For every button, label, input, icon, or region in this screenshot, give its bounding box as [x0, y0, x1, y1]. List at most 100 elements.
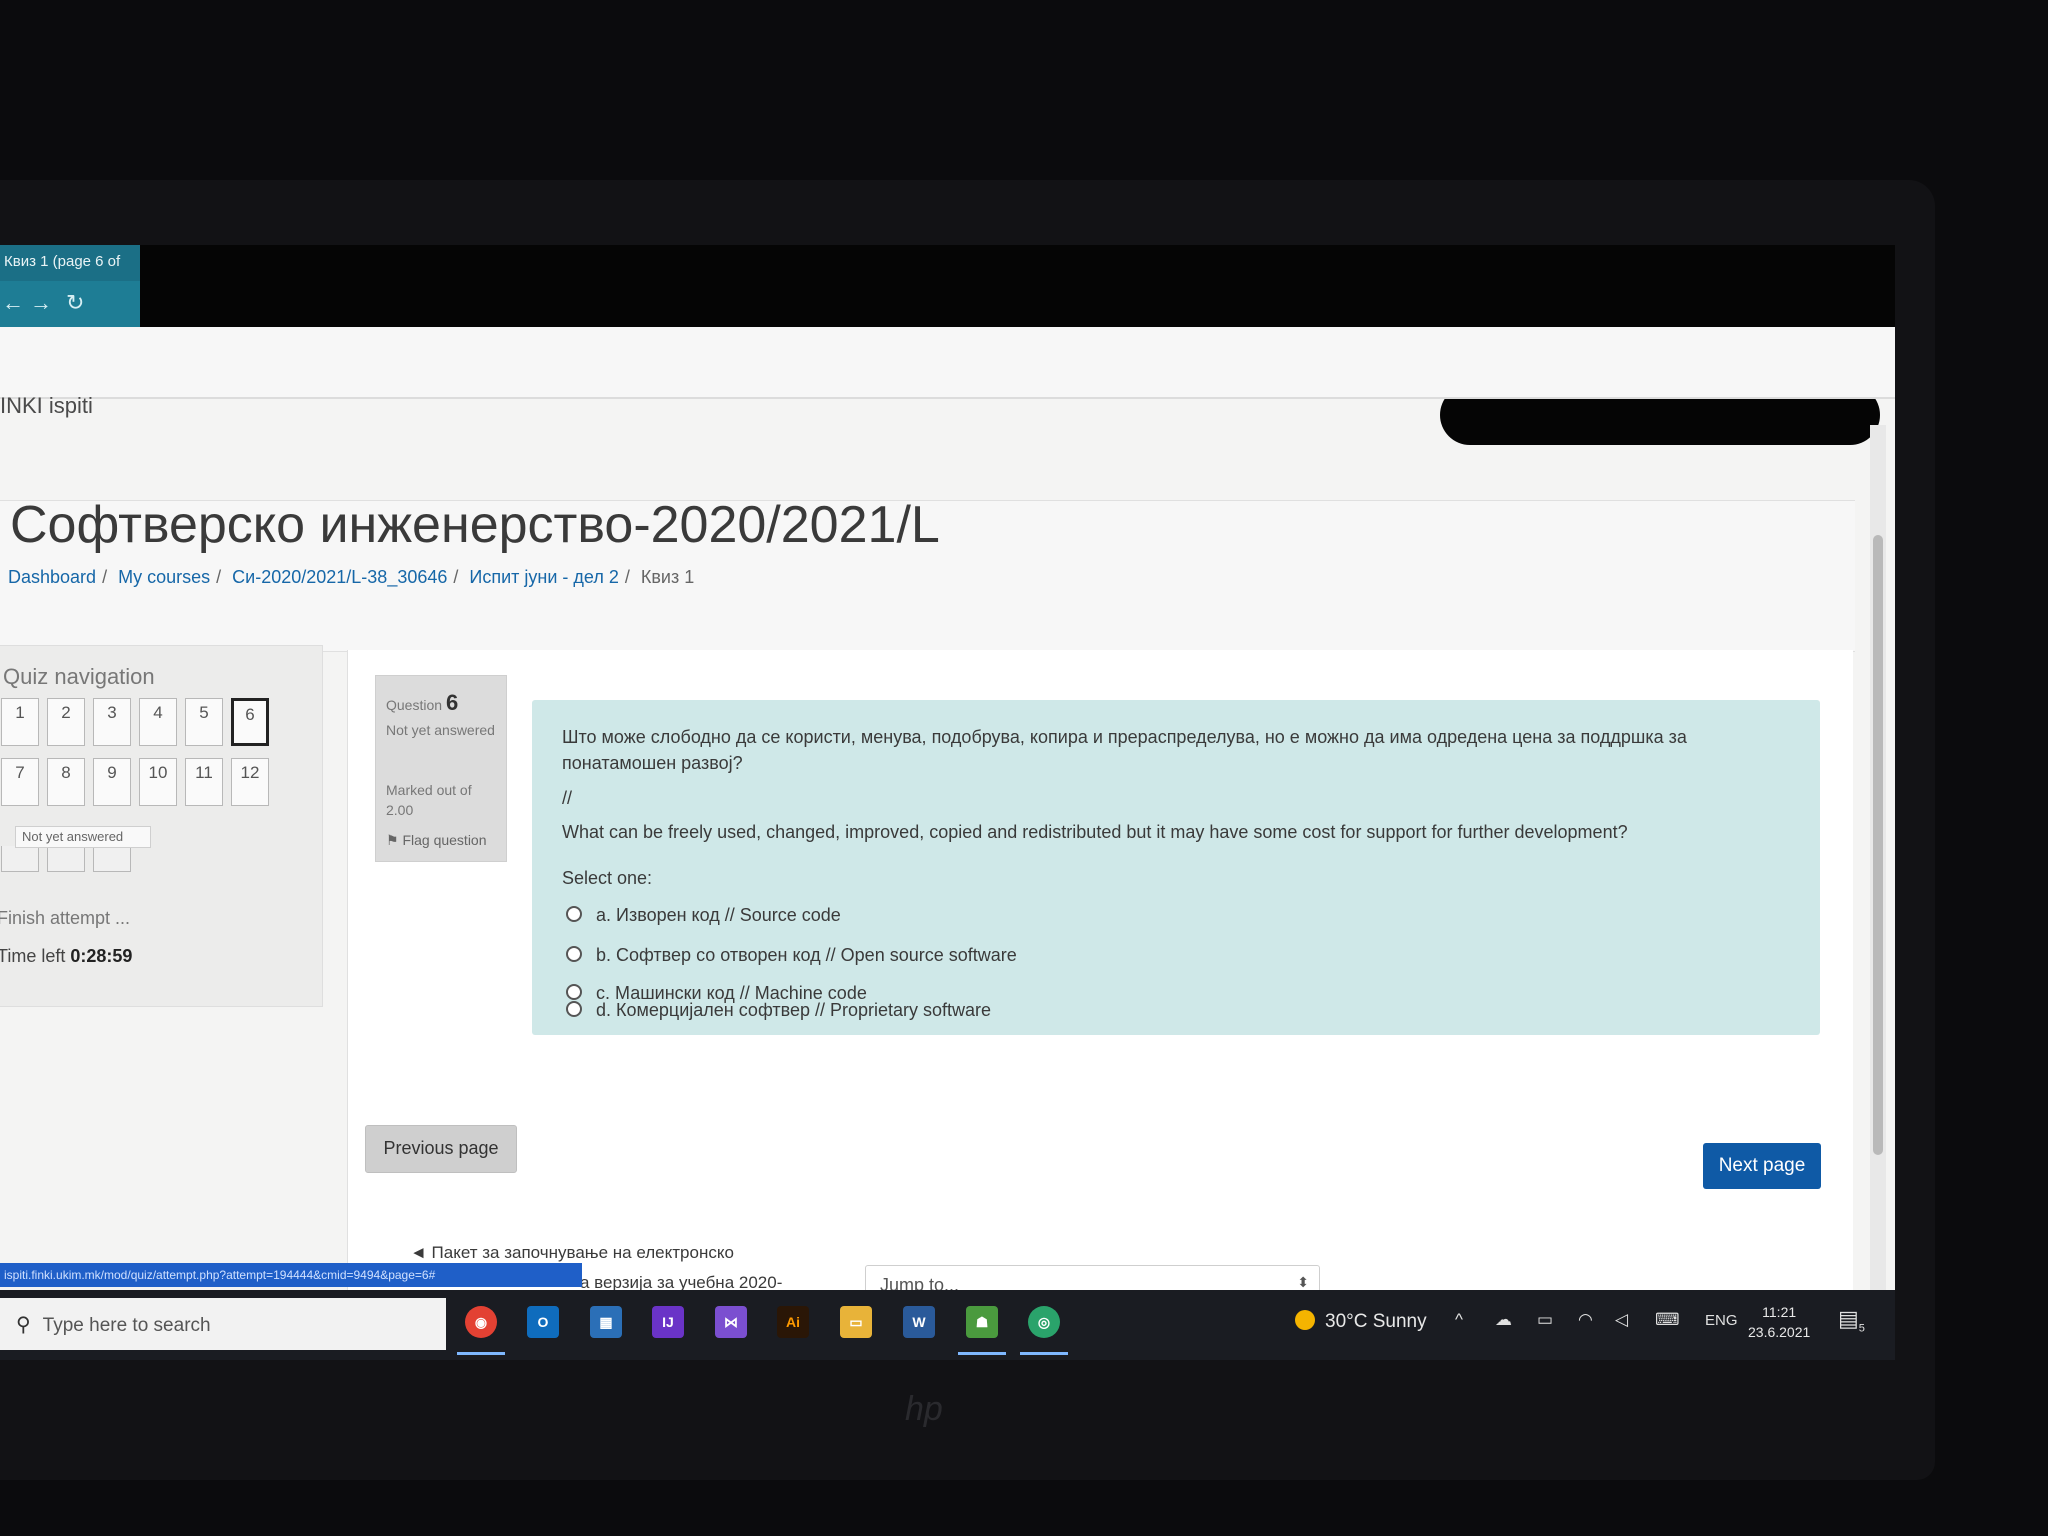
notification-icon[interactable]: ▤5 — [1838, 1306, 1865, 1334]
quiz-nav-button-9[interactable]: 9 — [93, 758, 131, 806]
sun-icon — [1295, 1310, 1315, 1330]
breadcrumb-course[interactable]: Си-2020/2021/L-38_30646 — [232, 567, 447, 587]
word-icon[interactable]: W — [903, 1306, 935, 1338]
quiz-nav-button-10[interactable]: 10 — [139, 758, 177, 806]
visual-studio-icon[interactable]: ⋈ — [715, 1306, 747, 1338]
site-navbar — [0, 327, 1895, 399]
previous-activity-link[interactable]: ◄ Пакет за започнување на електронско — [410, 1243, 734, 1263]
quiz-nav-button-4[interactable]: 4 — [139, 698, 177, 746]
file-explorer-icon[interactable]: ▭ — [840, 1306, 872, 1338]
previous-page-button[interactable]: Previous page — [365, 1125, 517, 1173]
wifi-icon[interactable]: ◠ — [1578, 1310, 1593, 1330]
chrome-alt-icon[interactable]: ◎ — [1028, 1306, 1060, 1338]
scrollbar-thumb[interactable] — [1873, 535, 1883, 1155]
answer-option-b[interactable]: b. Софтвер со отворен код // Open source… — [566, 945, 1017, 966]
language-indicator[interactable]: ENG — [1705, 1312, 1738, 1329]
select-one-prompt: Select one: — [562, 868, 653, 888]
time-left-value: 0:28:59 — [70, 946, 133, 966]
clock-time: 11:21 — [1762, 1304, 1797, 1320]
quiz-nav-button-7[interactable]: 7 — [1, 758, 39, 806]
radio-button[interactable] — [566, 906, 582, 922]
breadcrumb-separator: / — [216, 567, 222, 587]
question-text-en: What can be freely used, changed, improv… — [562, 822, 1628, 842]
breadcrumb-my-courses[interactable]: My courses — [118, 567, 210, 587]
question-info-box: Question 6 Not yet answered Marked out o… — [375, 675, 507, 862]
weather-text: 30°C Sunny — [1325, 1311, 1427, 1332]
breadcrumb-separator: / — [102, 567, 108, 587]
question-number: Question 6 — [386, 690, 458, 716]
taskbar-clock[interactable]: 11:21 23.6.2021 — [1748, 1302, 1810, 1342]
select-arrows-icon: ⬍ — [1297, 1274, 1309, 1290]
search-icon: ⚲ — [16, 1314, 31, 1336]
quiz-nav-button-11[interactable]: 11 — [185, 758, 223, 806]
outlook-icon[interactable]: O — [527, 1306, 559, 1338]
chrome-icon[interactable]: ◉ — [465, 1306, 497, 1338]
breadcrumb-section[interactable]: Испит јуни - дел 2 — [469, 567, 618, 587]
quiz-nav-button-3[interactable]: 3 — [93, 698, 131, 746]
finish-attempt-link[interactable]: Finish attempt ... — [0, 908, 130, 929]
quiz-nav-button-5[interactable]: 5 — [185, 698, 223, 746]
breadcrumb-separator: / — [453, 567, 459, 587]
breadcrumb: Dashboard / My courses / Си-2020/2021/L-38… — [8, 567, 700, 588]
question-number-value: 6 — [445, 690, 459, 715]
keyboard-icon[interactable]: ⌨ — [1655, 1310, 1680, 1330]
quiz-nav-button-bottom — [1, 846, 39, 872]
back-icon[interactable]: ← — [2, 290, 24, 316]
question-grade: Marked out of 2.00 — [386, 782, 472, 818]
answer-label: b. Софтвер со отворен код // Open source… — [596, 945, 1017, 965]
active-app-indicator — [958, 1352, 1006, 1355]
question-label: Question — [386, 697, 443, 713]
quiz-nav-button-8[interactable]: 8 — [47, 758, 85, 806]
volume-icon[interactable]: ◁ — [1615, 1310, 1628, 1330]
quiz-navigation-block: Quiz navigation 1 2 3 4 5 6 7 8 9 10 11 … — [0, 645, 323, 1007]
illustrator-icon[interactable]: Ai — [777, 1306, 809, 1338]
answer-label: d. Комерцијален софтвер // Proprietary s… — [596, 1000, 992, 1020]
flag-question-link[interactable]: ⚑ Flag question — [386, 832, 487, 849]
notification-count: 5 — [1858, 1322, 1865, 1335]
time-left: Time left 0:28:59 — [0, 946, 132, 967]
quiz-nav-tooltip: Not yet answered — [15, 826, 151, 848]
active-app-indicator — [457, 1352, 505, 1355]
quiz-nav-button-2[interactable]: 2 — [47, 698, 85, 746]
calendar-icon[interactable]: ▦ — [590, 1306, 622, 1338]
next-page-button[interactable]: Next page — [1703, 1143, 1821, 1189]
site-name-link[interactable]: INKI ispiti — [0, 393, 93, 419]
time-left-label: Time left — [0, 946, 66, 966]
android-studio-icon[interactable]: ☗ — [966, 1306, 998, 1338]
weather-widget[interactable]: 30°C Sunny — [1295, 1310, 1427, 1333]
clock-date: 23.6.2021 — [1748, 1324, 1811, 1340]
radio-button[interactable] — [566, 984, 582, 1000]
breadcrumb-current[interactable]: Квиз 1 — [641, 567, 694, 587]
radio-button[interactable] — [566, 1001, 582, 1017]
answer-option-d[interactable]: d. Комерцијален софтвер // Proprietary s… — [566, 1000, 991, 1021]
laptop-screen: Квиз 1 (page 6 of ← → ↻ INKI ispiti Софт… — [0, 245, 1895, 1360]
quiz-nav-title: Quiz navigation — [3, 664, 155, 689]
page-scrollbar[interactable] — [1870, 425, 1886, 1295]
flag-label: Flag question — [402, 832, 487, 848]
reload-icon[interactable]: ↻ — [66, 290, 84, 316]
radio-button[interactable] — [566, 946, 582, 962]
battery-icon[interactable]: ▭ — [1537, 1310, 1553, 1330]
quiz-nav-button-12[interactable]: 12 — [231, 758, 269, 806]
answer-label: a. Изворен код // Source code — [596, 905, 841, 925]
quiz-nav-button-bottom — [93, 846, 131, 872]
quiz-nav-button-6[interactable]: 6 — [231, 698, 269, 746]
intellij-icon[interactable]: IJ — [652, 1306, 684, 1338]
flag-icon: ⚑ — [386, 832, 403, 848]
hp-logo-icon: hp — [905, 1390, 943, 1428]
forward-icon[interactable]: → — [30, 290, 52, 316]
taskbar-search-box[interactable]: ⚲ Type here to search — [0, 1298, 446, 1350]
people-icon[interactable]: ☁ — [1495, 1310, 1512, 1330]
question-text-mk: Што може слободно да се користи, менува,… — [562, 727, 1687, 773]
question-state: Not yet answered — [386, 722, 495, 738]
breadcrumb-separator: / — [624, 567, 630, 587]
taskbar-search-placeholder: Type here to search — [42, 1315, 211, 1336]
question-formulation: Што може слободно да се користи, менува,… — [532, 700, 1820, 1035]
breadcrumb-dashboard[interactable]: Dashboard — [8, 567, 96, 587]
answer-option-a[interactable]: a. Изворен код // Source code — [566, 905, 841, 926]
question-text-separator: // — [562, 788, 573, 808]
browser-tab-title[interactable]: Квиз 1 (page 6 of — [4, 253, 120, 270]
quiz-nav-button-1[interactable]: 1 — [1, 698, 39, 746]
active-app-indicator — [1020, 1352, 1068, 1355]
chevron-up-icon[interactable]: ^ — [1455, 1310, 1463, 1330]
